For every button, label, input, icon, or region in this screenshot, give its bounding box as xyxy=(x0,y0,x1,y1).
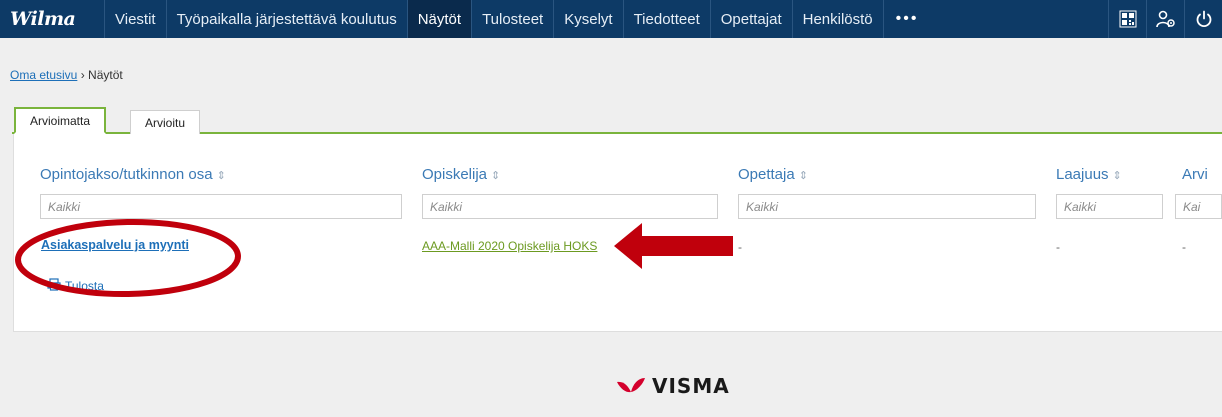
nav-item-opettajat[interactable]: Opettajat xyxy=(709,0,792,38)
visma-brand-text: VISMA xyxy=(652,374,730,398)
more-menu-button[interactable]: ••• xyxy=(882,0,931,38)
grade-cell: - xyxy=(1182,240,1186,254)
breadcrumb-current: Näytöt xyxy=(88,68,123,82)
column-header-student[interactable]: Opiskelija ⇕ xyxy=(422,166,500,183)
teacher-filter-input[interactable] xyxy=(738,194,1036,219)
breadcrumb-home-link[interactable]: Oma etusivu xyxy=(10,68,77,82)
grade-filter-input[interactable] xyxy=(1175,194,1222,219)
column-header-course[interactable]: Opintojakso/tutkinnon osa ⇕ xyxy=(40,166,226,183)
column-header-student-label: Opiskelija xyxy=(422,166,488,183)
top-nav: Wilma Viestit Työpaikalla järjestettävä … xyxy=(0,0,1222,38)
content-panel xyxy=(13,134,1222,332)
column-header-teacher[interactable]: Opettaja ⇕ xyxy=(738,166,808,183)
nav-item-tiedotteet[interactable]: Tiedotteet xyxy=(622,0,710,38)
power-icon[interactable] xyxy=(1184,0,1222,38)
column-header-teacher-label: Opettaja xyxy=(738,166,795,183)
nav-item-tulosteet[interactable]: Tulosteet xyxy=(471,0,553,38)
nav-item-viestit[interactable]: Viestit xyxy=(104,0,166,38)
column-header-course-label: Opintojakso/tutkinnon osa xyxy=(40,166,213,183)
column-header-scope[interactable]: Laajuus ⇕ xyxy=(1056,166,1122,183)
student-filter-input[interactable] xyxy=(422,194,718,219)
course-filter-input[interactable] xyxy=(40,194,402,219)
column-header-grade[interactable]: Arvi xyxy=(1182,166,1208,183)
print-button[interactable]: Tulosta xyxy=(47,278,104,294)
nav-item-tyopaikalla[interactable]: Työpaikalla järjestettävä koulutus xyxy=(165,0,407,38)
wilma-logo[interactable]: Wilma xyxy=(0,0,104,38)
sort-icon: ⇕ xyxy=(491,170,501,182)
breadcrumb-separator: › xyxy=(80,68,85,82)
nav-item-kyselyt[interactable]: Kyselyt xyxy=(553,0,622,38)
sort-icon: ⇕ xyxy=(216,170,226,182)
course-link[interactable]: Asiakaspalvelu ja myynti xyxy=(41,238,189,252)
nav-item-henkilosto[interactable]: Henkilöstö xyxy=(791,0,883,38)
teacher-cell: - xyxy=(738,240,742,254)
column-header-scope-label: Laajuus xyxy=(1056,166,1109,183)
column-header-grade-label: Arvi xyxy=(1182,166,1208,183)
tab-arvioitu[interactable]: Arvioitu xyxy=(130,110,201,134)
print-icon xyxy=(47,278,61,294)
visma-logo: VISMA xyxy=(616,374,730,398)
qr-code-icon[interactable] xyxy=(1108,0,1146,38)
scope-cell: - xyxy=(1056,240,1060,254)
breadcrumb: Oma etusivu › Näytöt xyxy=(10,68,123,82)
user-settings-icon[interactable] xyxy=(1146,0,1184,38)
sort-icon: ⇕ xyxy=(1112,170,1122,182)
sort-icon: ⇕ xyxy=(798,170,808,182)
tab-arvioimatta[interactable]: Arvioimatta xyxy=(14,107,107,134)
print-label: Tulosta xyxy=(65,279,104,293)
scope-filter-input[interactable] xyxy=(1056,194,1163,219)
visma-mark-icon xyxy=(617,378,645,393)
nav-item-naytot[interactable]: Näytöt xyxy=(406,0,472,38)
student-link[interactable]: AAA-Malli 2020 Opiskelija HOKS xyxy=(422,239,597,253)
tab-bar: Arvioimatta Arvioitu xyxy=(12,106,1222,134)
